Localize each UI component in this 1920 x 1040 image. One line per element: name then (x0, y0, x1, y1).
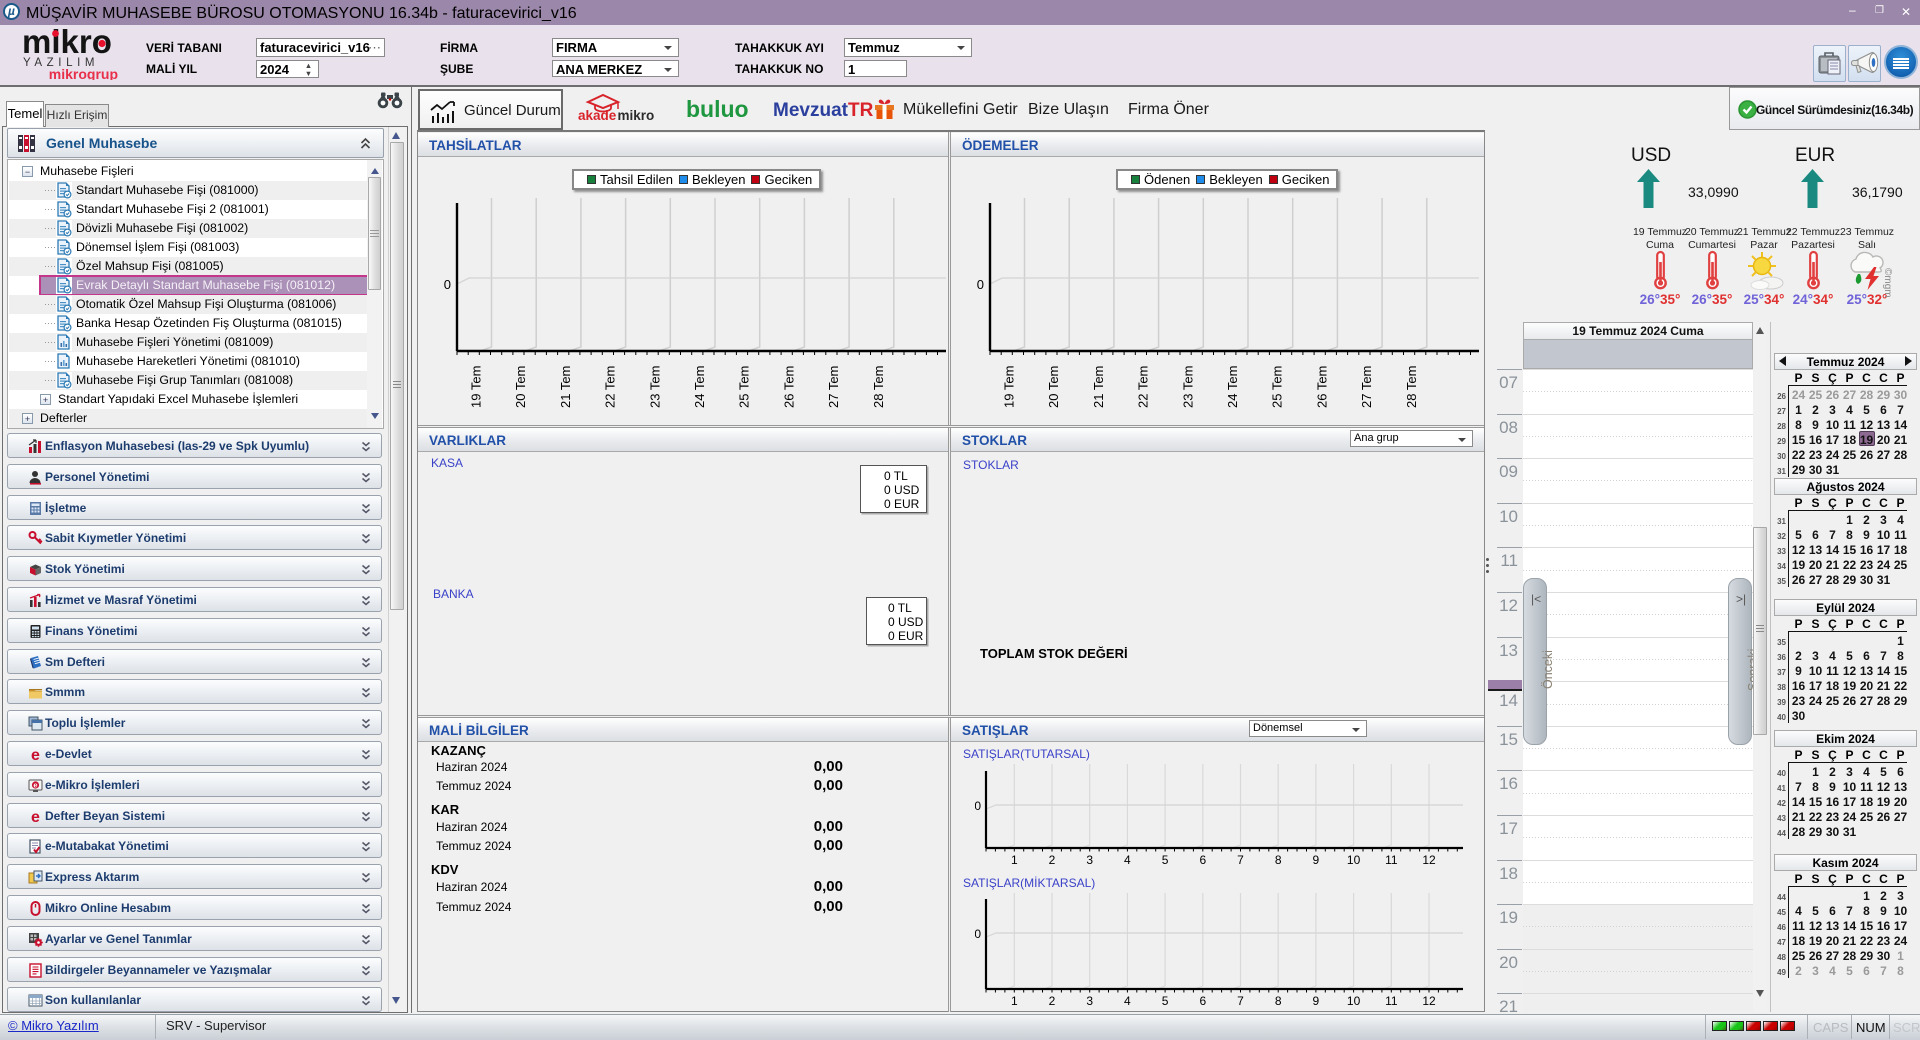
svg-text:0: 0 (444, 277, 451, 292)
svg-text:24 Tem: 24 Tem (692, 366, 707, 408)
svg-text:3: 3 (1086, 994, 1093, 1008)
svg-text:23 Tem: 23 Tem (1180, 366, 1195, 408)
svg-text:8: 8 (1275, 853, 1282, 867)
svg-text:7: 7 (1237, 853, 1244, 867)
svg-text:11: 11 (1385, 853, 1398, 867)
svg-text:21 Tem: 21 Tem (558, 366, 573, 408)
svg-text:27 Tem: 27 Tem (1359, 366, 1374, 408)
svg-text:23 Tem: 23 Tem (647, 366, 662, 408)
svg-text:1: 1 (1011, 853, 1018, 867)
svg-text:mikro: mikro (618, 108, 655, 123)
svg-text:e: e (31, 809, 40, 824)
svg-text:22 Tem: 22 Tem (603, 366, 618, 408)
svg-text:mikrogrup: mikrogrup (49, 66, 118, 80)
svg-text:mikro: mikro (22, 28, 112, 60)
svg-text:28 Tem: 28 Tem (871, 366, 886, 408)
svg-text:25 Tem: 25 Tem (1270, 366, 1285, 408)
svg-text:4: 4 (1124, 853, 1131, 867)
svg-text:25 Tem: 25 Tem (737, 366, 752, 408)
svg-text:20 Tem: 20 Tem (1046, 366, 1061, 408)
svg-text:26 Tem: 26 Tem (781, 366, 796, 408)
svg-text:e: e (31, 747, 40, 762)
svg-text:10: 10 (1347, 994, 1361, 1008)
svg-text:12: 12 (1422, 994, 1436, 1008)
svg-text:5: 5 (1162, 994, 1169, 1008)
svg-text:9: 9 (1313, 994, 1320, 1008)
svg-text:27 Tem: 27 Tem (826, 366, 841, 408)
svg-text:2: 2 (1049, 853, 1056, 867)
svg-text:26 Tem: 26 Tem (1314, 366, 1329, 408)
svg-text:0: 0 (975, 927, 981, 941)
svg-text:10: 10 (1347, 853, 1361, 867)
svg-text:12: 12 (1422, 853, 1436, 867)
svg-text:21 Tem: 21 Tem (1091, 366, 1106, 408)
svg-text:19 Tem: 19 Tem (469, 366, 484, 408)
svg-text:19 Tem: 19 Tem (1002, 366, 1017, 408)
svg-text:2: 2 (1049, 994, 1056, 1008)
svg-text:6: 6 (1199, 994, 1206, 1008)
svg-text:4: 4 (1124, 994, 1131, 1008)
svg-text:e: e (33, 781, 37, 790)
svg-text:akade: akade (578, 108, 617, 123)
svg-text:24 Tem: 24 Tem (1225, 366, 1240, 408)
svg-text:20 Tem: 20 Tem (513, 366, 528, 408)
svg-text:28 Tem: 28 Tem (1404, 366, 1419, 408)
svg-text:6: 6 (1199, 853, 1206, 867)
svg-text:0: 0 (977, 277, 984, 292)
svg-text:1: 1 (1011, 994, 1018, 1008)
svg-text:9: 9 (1313, 853, 1320, 867)
svg-text:3: 3 (1086, 853, 1093, 867)
svg-text:0: 0 (975, 799, 981, 813)
svg-text:7: 7 (1237, 994, 1244, 1008)
svg-text:8: 8 (1275, 994, 1282, 1008)
svg-text:11: 11 (1385, 994, 1398, 1008)
svg-text:22 Tem: 22 Tem (1136, 366, 1151, 408)
svg-text:5: 5 (1162, 853, 1169, 867)
